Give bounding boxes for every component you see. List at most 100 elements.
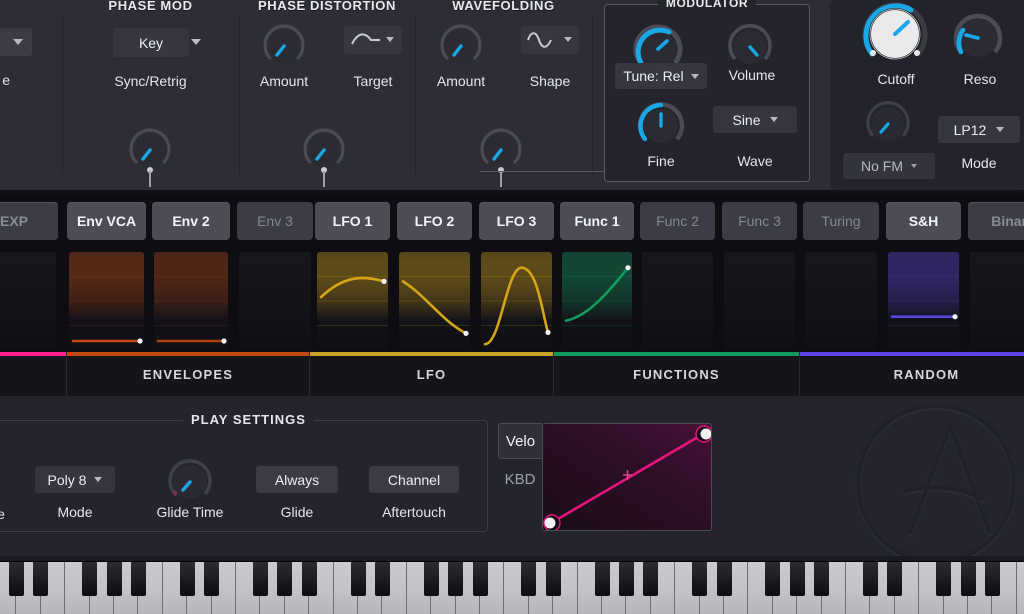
phase-distortion-title: PHASE DISTORTION xyxy=(258,0,396,13)
tab-func-2[interactable]: Func 2 xyxy=(640,202,715,240)
tab-label: EXP xyxy=(0,213,28,229)
tab-binary[interactable]: Binary xyxy=(968,202,1024,240)
piano-black-key[interactable] xyxy=(179,562,195,596)
piano-black-key[interactable] xyxy=(204,562,220,596)
piano-black-key[interactable] xyxy=(862,562,878,596)
piano-black-key[interactable] xyxy=(643,562,659,596)
thumbnail-s-h[interactable] xyxy=(888,252,959,350)
piano-black-key[interactable] xyxy=(277,562,293,596)
filter-fm-dropdown[interactable]: No FM xyxy=(843,153,935,179)
piano-black-key[interactable] xyxy=(545,562,561,596)
piano-black-key[interactable] xyxy=(301,562,317,596)
tab-func-1[interactable]: Func 1 xyxy=(560,202,634,240)
tab-lfo-3[interactable]: LFO 3 xyxy=(479,202,554,240)
filter-cutoff-knob[interactable] xyxy=(856,0,934,74)
tab-lfo-1[interactable]: LFO 1 xyxy=(315,202,390,240)
piano-black-key[interactable] xyxy=(374,562,390,596)
tab-label: LFO 3 xyxy=(496,213,537,229)
category-random[interactable]: RANDOM xyxy=(800,352,1024,396)
thumbnail-env-3[interactable] xyxy=(239,252,311,350)
thumbnail-curve xyxy=(970,252,1024,350)
phase-distortion-target-dropdown[interactable] xyxy=(344,26,402,54)
wavefolding-shape-dropdown[interactable] xyxy=(521,26,579,54)
glide-mode-button[interactable]: Always xyxy=(256,466,338,493)
category-lfo[interactable]: LFO xyxy=(310,352,554,396)
tab-lfo-2[interactable]: LFO 2 xyxy=(397,202,472,240)
thumbnail-turing[interactable] xyxy=(805,252,877,350)
filter-fm-knob[interactable] xyxy=(862,98,914,150)
piano-black-key[interactable] xyxy=(423,562,439,596)
piano-black-key[interactable] xyxy=(33,562,49,596)
thumbnail-func-2[interactable] xyxy=(642,252,713,350)
piano-black-key[interactable] xyxy=(350,562,366,596)
thumbnail-func-1[interactable] xyxy=(562,252,632,350)
piano-keyboard[interactable] xyxy=(0,556,1024,614)
phase-mod-knob[interactable] xyxy=(126,126,174,187)
tab-env-3[interactable]: Env 3 xyxy=(237,202,313,240)
piano-black-key[interactable] xyxy=(765,562,781,596)
piano-black-key[interactable] xyxy=(960,562,976,596)
thumbnail-func-3[interactable] xyxy=(724,252,795,350)
top-synth-panel: e PHASE MOD Key Sync/Retrig PHASE DISTOR… xyxy=(0,0,1024,190)
piano-black-key[interactable] xyxy=(8,562,24,596)
category-functions[interactable]: FUNCTIONS xyxy=(554,352,800,396)
thumbnail-curve xyxy=(481,252,552,350)
tab-func-3[interactable]: Func 3 xyxy=(722,202,797,240)
aftertouch-mode-button[interactable]: Channel xyxy=(369,466,459,493)
thumbnail-exp[interactable] xyxy=(0,252,56,350)
modulator-fine-knob[interactable] xyxy=(633,98,689,154)
wavefolding-amount-knob[interactable] xyxy=(437,22,485,70)
modulator-wave-dropdown[interactable]: Sine xyxy=(713,106,797,133)
tab-label: Turing xyxy=(821,213,861,229)
tab-exp[interactable]: EXP xyxy=(0,202,58,240)
piano-black-key[interactable] xyxy=(521,562,537,596)
piano-black-key[interactable] xyxy=(618,562,634,596)
modulator-volume-label: Volume xyxy=(728,67,776,83)
filter-mode-dropdown[interactable]: LP12 xyxy=(938,116,1020,143)
thumbnail-binary[interactable] xyxy=(970,252,1024,350)
piano-black-key[interactable] xyxy=(472,562,488,596)
tab-s-h[interactable]: S&H xyxy=(886,202,961,240)
voice-mode-dropdown[interactable]: Poly 8 xyxy=(35,466,115,493)
piano-black-key[interactable] xyxy=(887,562,903,596)
piano-black-key[interactable] xyxy=(936,562,952,596)
piano-white-key[interactable] xyxy=(1016,562,1024,614)
aftertouch-mode-value: Channel xyxy=(387,471,441,488)
piano-black-key[interactable] xyxy=(106,562,122,596)
osc-dropdown[interactable] xyxy=(0,28,32,56)
piano-black-key[interactable] xyxy=(130,562,146,596)
velo-tab[interactable]: Velo xyxy=(498,423,542,459)
chevron-down-icon xyxy=(996,127,1005,132)
category-exp[interactable] xyxy=(0,352,67,396)
piano-black-key[interactable] xyxy=(789,562,805,596)
kbd-tab[interactable]: KBD xyxy=(498,464,542,494)
modulator-tune-dropdown[interactable]: Tune: Rel xyxy=(615,63,707,89)
piano-black-key[interactable] xyxy=(984,562,1000,596)
category-envelopes[interactable]: ENVELOPES xyxy=(67,352,310,396)
tab-turing[interactable]: Turing xyxy=(803,202,879,240)
tab-label: LFO 1 xyxy=(332,213,373,229)
glide-time-knob[interactable] xyxy=(163,455,217,509)
thumbnail-env-vca[interactable] xyxy=(69,252,144,350)
thumbnail-env-2[interactable] xyxy=(154,252,228,350)
piano-black-key[interactable] xyxy=(716,562,732,596)
phase-mod-source-dropdown[interactable]: Key xyxy=(113,28,201,57)
piano-black-key[interactable] xyxy=(252,562,268,596)
thumbnail-lfo-2[interactable] xyxy=(399,252,470,350)
play-settings-title: PLAY SETTINGS xyxy=(183,412,314,427)
piano-black-key[interactable] xyxy=(448,562,464,596)
piano-black-key[interactable] xyxy=(594,562,610,596)
tab-env-2[interactable]: Env 2 xyxy=(152,202,230,240)
piano-black-key[interactable] xyxy=(814,562,830,596)
phase-distortion-mod-knob[interactable] xyxy=(300,126,348,187)
filter-mode-value: LP12 xyxy=(953,121,987,138)
tab-env-vca[interactable]: Env VCA xyxy=(67,202,146,240)
piano-black-key[interactable] xyxy=(82,562,98,596)
thumbnail-lfo-3[interactable] xyxy=(481,252,552,350)
modulator-volume-knob[interactable] xyxy=(724,21,776,73)
thumbnail-lfo-1[interactable] xyxy=(317,252,388,350)
velocity-curve-editor[interactable] xyxy=(542,423,712,531)
phase-distortion-amount-knob[interactable] xyxy=(260,22,308,70)
piano-black-key[interactable] xyxy=(692,562,708,596)
filter-reso-knob[interactable] xyxy=(948,8,1008,68)
